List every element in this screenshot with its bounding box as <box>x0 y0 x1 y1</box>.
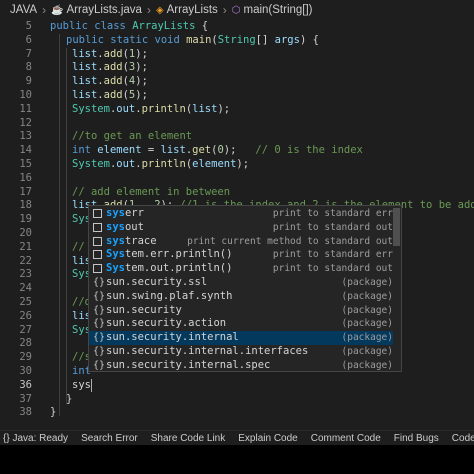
line-number: 14 <box>19 144 32 157</box>
line-number: 22 <box>19 254 32 267</box>
code-line: System.out.println(list); <box>72 102 231 115</box>
line-number: 17 <box>19 185 32 198</box>
code-line: System.out.println(element); <box>72 158 250 170</box>
package-icon: {} <box>93 346 106 357</box>
code-line: list.add(4); <box>72 75 148 88</box>
line-number: 19 <box>19 213 32 226</box>
package-icon: {} <box>93 359 106 371</box>
line-number: 18 <box>19 199 32 212</box>
method-icon: ⬡ <box>231 4 241 16</box>
indent-guide <box>66 48 67 404</box>
suggestion-item[interactable]: syserr print to standard err <box>89 207 393 221</box>
code-line: } <box>50 406 57 419</box>
suggestion-item[interactable]: {} sun.security.internal.interfaces (pac… <box>89 345 393 359</box>
line-number: 37 <box>19 392 32 405</box>
indent-guide <box>59 34 60 416</box>
code-line-active[interactable]: sys <box>72 379 91 393</box>
line-number: 24 <box>19 282 32 295</box>
line-number: 28 <box>19 337 32 350</box>
snippet-icon <box>93 209 102 218</box>
line-number: 12 <box>19 116 32 129</box>
java-braces-icon: {} <box>3 432 10 444</box>
suggestion-item[interactable]: sysout print to standard out <box>89 221 393 235</box>
line-number: 13 <box>19 130 32 143</box>
code-line: } <box>66 392 73 405</box>
snippet-icon <box>93 250 102 260</box>
breadcrumb-item-file[interactable]: ArrayLists.java <box>67 4 142 16</box>
code-line: list.add(3); <box>72 61 148 74</box>
package-icon: {} <box>93 304 106 316</box>
code-line: public static void main(String[] args) { <box>66 33 319 46</box>
breadcrumb-item-method[interactable]: main(String[]) <box>244 4 313 16</box>
code-comment: // <box>72 240 85 253</box>
popup-scrollbar[interactable] <box>393 208 400 246</box>
package-icon: {} <box>93 277 106 288</box>
line-number: 9 <box>25 75 32 88</box>
class-icon: ◈ <box>155 4 164 16</box>
line-number: 11 <box>19 102 32 115</box>
comment-code-button[interactable]: Comment Code <box>311 433 381 444</box>
line-number: 15 <box>19 158 32 170</box>
snippet-icon <box>93 222 102 232</box>
snippet-icon <box>93 236 102 246</box>
code-line: public class ArrayLists { <box>50 20 209 32</box>
line-number: 16 <box>19 171 32 184</box>
code-chat-button[interactable]: Code Chat <box>452 433 474 444</box>
line-number: 26 <box>19 309 32 322</box>
breadcrumb: JAVA › ☕ ArrayLists.java › ◈ ArrayLists … <box>0 0 474 20</box>
suggestion-item[interactable]: System.err.println() print to standard e… <box>89 248 393 262</box>
suggestion-item-selected[interactable]: {} sun.security.internal (package) <box>89 331 393 345</box>
code-line: list.add(5); <box>72 89 148 101</box>
chevron-right-icon: › <box>222 3 227 17</box>
line-number-active: 36 <box>19 378 32 391</box>
share-code-link-button[interactable]: Share Code Link <box>151 433 226 444</box>
suggestion-item[interactable]: {} sun.security.ssl (package) <box>89 276 393 290</box>
line-number: 8 <box>25 61 32 74</box>
suggestion-item[interactable]: {} sun.swing.plaf.synth (package) <box>89 290 393 304</box>
code-line: int element = list.get(0); // 0 is the i… <box>72 144 363 157</box>
snippet-icon <box>93 264 102 274</box>
status-bar: {} Java: Ready Search Error Share Code L… <box>0 430 474 445</box>
text-cursor <box>91 379 92 393</box>
line-number-gutter: 5 6 7 8 9 10 11 12 13 14 15 16 17 18 19 … <box>0 20 36 430</box>
line-number: 23 <box>19 268 32 281</box>
explain-code-button[interactable]: Explain Code <box>238 433 297 444</box>
line-number: 29 <box>19 351 32 364</box>
search-error-button[interactable]: Search Error <box>81 433 138 444</box>
line-number: 27 <box>19 323 32 336</box>
autocomplete-popup[interactable]: syserr print to standard err sysout prin… <box>88 205 402 372</box>
line-number: 21 <box>19 240 32 253</box>
code-comment: // add element in between <box>72 185 231 198</box>
line-number: 25 <box>19 296 32 308</box>
suggestion-item[interactable]: systrace print current method to standar… <box>89 235 393 249</box>
code-line: list.add(1); <box>72 47 148 60</box>
breadcrumb-item-class[interactable]: ArrayLists <box>167 4 218 16</box>
chevron-right-icon: › <box>42 3 47 17</box>
java-file-icon: ☕ <box>51 4 64 16</box>
chevron-right-icon: › <box>146 3 151 17</box>
suggestion-item[interactable]: {} sun.security.internal.spec (package) <box>89 359 393 371</box>
line-number: 10 <box>19 89 32 101</box>
breadcrumb-item-folder[interactable]: JAVA <box>10 4 37 16</box>
java-status[interactable]: {} Java: Ready <box>3 433 68 444</box>
find-bugs-button[interactable]: Find Bugs <box>394 433 439 444</box>
suggestion-item[interactable]: {} sun.security.action (package) <box>89 317 393 331</box>
line-number: 5 <box>25 20 32 32</box>
package-icon: {} <box>93 318 106 330</box>
code-comment: //to get an element <box>72 130 193 143</box>
line-number: 7 <box>25 47 32 60</box>
package-icon: {} <box>93 290 106 302</box>
line-number: 6 <box>25 33 32 46</box>
line-number: 30 <box>19 365 32 377</box>
package-icon: {} <box>93 332 106 344</box>
line-number: 38 <box>19 406 32 419</box>
suggestion-item[interactable]: System.out.println() print to standard o… <box>89 262 393 276</box>
bottom-black-area <box>0 445 474 474</box>
suggestion-item[interactable]: {} sun.security (package) <box>89 304 393 318</box>
line-number: 20 <box>19 227 32 239</box>
